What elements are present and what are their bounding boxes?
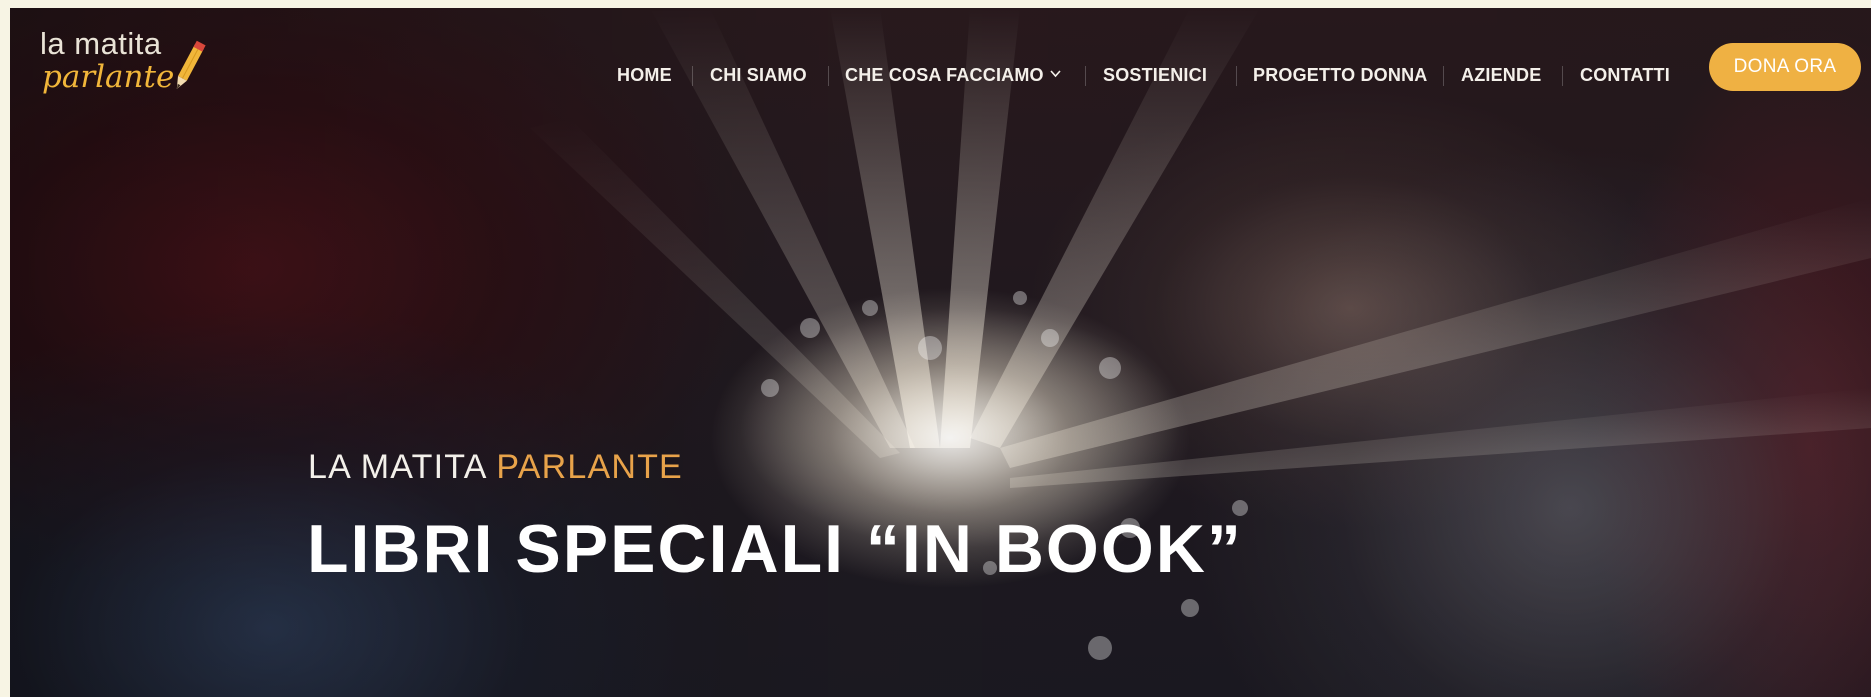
nav-item-aziende[interactable]: AZIENDE — [1461, 60, 1541, 90]
logo-text-line1: la matita — [40, 26, 162, 61]
nav-separator — [692, 66, 693, 86]
nav-item-home[interactable]: HOME — [617, 60, 672, 90]
light-rays — [10, 8, 1871, 697]
nav-item-chi-siamo[interactable]: CHI SIAMO — [710, 60, 807, 90]
nav-separator — [1236, 66, 1237, 86]
chevron-down-icon — [1050, 69, 1061, 78]
nav-separator — [828, 66, 829, 86]
hero-kicker-main: LA MATITA — [308, 448, 486, 486]
nav-item-progetto-donna[interactable]: PROGETTO DONNA — [1253, 60, 1427, 90]
hero-title: LIBRI SPECIALI “IN BOOK” — [307, 511, 1243, 587]
nav-item-contatti[interactable]: CONTATTI — [1580, 60, 1670, 90]
hero-section: la matita parlante HOME CHI SIAMO CHE CO… — [10, 8, 1871, 697]
main-navigation: HOME CHI SIAMO CHE COSA FACCIAMO SOSTIEN… — [10, 60, 1871, 90]
hero-kicker: LA MATITA PARLANTE — [308, 448, 683, 487]
nav-separator — [1562, 66, 1563, 86]
nav-separator — [1085, 66, 1086, 86]
nav-item-sostienici[interactable]: SOSTIENICI — [1103, 60, 1207, 90]
nav-separator — [1443, 66, 1444, 86]
nav-item-label: CHE COSA FACCIAMO — [845, 65, 1044, 85]
nav-item-che-cosa-facciamo[interactable]: CHE COSA FACCIAMO — [845, 60, 1061, 90]
donate-button[interactable]: DONA ORA — [1709, 43, 1861, 91]
hero-kicker-accent: PARLANTE — [496, 448, 683, 486]
